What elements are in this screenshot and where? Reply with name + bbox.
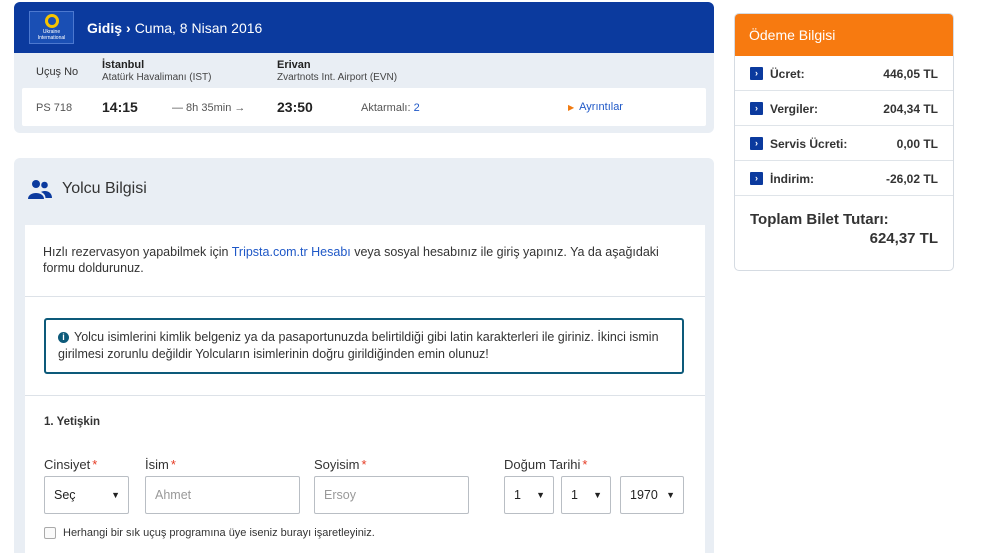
payment-line-taxes[interactable]: › Vergiler: 204,34 TL xyxy=(735,91,953,126)
caret-down-icon: ▼ xyxy=(536,490,545,500)
passenger-form-panel: Hızlı rezervasyon yapabilmek için Tripst… xyxy=(25,225,705,553)
stops-label: Aktarmalı: xyxy=(361,102,411,114)
chevron-right-icon: › xyxy=(750,172,763,185)
flight-card: Ukraine International Gidiş › Cuma, 8 Ni… xyxy=(14,2,714,133)
origin-city: İstanbul xyxy=(102,59,145,71)
payment-title: Ödeme Bilgisi xyxy=(749,27,836,43)
birth-month-value: 1 xyxy=(571,488,578,502)
info-icon: i xyxy=(58,332,69,343)
payment-line-name: Ücret: xyxy=(770,67,805,81)
origin: İstanbul Atatürk Havalimanı (IST) xyxy=(102,59,211,83)
flight-no-label: Uçuş No xyxy=(36,66,79,78)
adult-title: 1. Yetişkin xyxy=(44,416,101,428)
total-label: Toplam Bilet Tutarı: xyxy=(750,211,889,228)
chevron-right-icon: › xyxy=(750,137,763,150)
payment-line-value: 204,34 TL xyxy=(883,102,938,116)
required-mark: * xyxy=(582,457,588,472)
birth-month-select[interactable]: 1 ▼ xyxy=(561,476,611,514)
birth-year-select[interactable]: 1970 ▼ xyxy=(620,476,684,514)
birth-day-value: 1 xyxy=(514,488,521,502)
first-name-label-text: İsim xyxy=(145,457,169,472)
payment-line-value: 0,00 TL xyxy=(896,137,938,151)
payment-line-name: Vergiler: xyxy=(770,102,819,116)
payment-line-name: İndirim: xyxy=(770,172,814,186)
gender-label: Cinsiyet * xyxy=(44,457,97,472)
birth-day-select[interactable]: 1 ▼ xyxy=(504,476,554,514)
first-name-input[interactable]: Ahmet xyxy=(145,476,300,514)
caret-down-icon: ▼ xyxy=(666,490,675,500)
required-mark: * xyxy=(92,457,98,472)
stops-count: 2 xyxy=(413,102,420,114)
birth-date-label-text: Doğum Tarihi xyxy=(504,457,581,472)
payment-line-name: Servis Ücreti: xyxy=(770,137,848,151)
payment-line-fare[interactable]: › Ücret: 446,05 TL xyxy=(735,56,953,91)
passenger-section: Yolcu Bilgisi Hızlı rezervasyon yapabilm… xyxy=(14,158,714,553)
intro-text-pre: Hızlı rezervasyon yapabilmek için xyxy=(43,245,232,259)
required-mark: * xyxy=(170,457,176,472)
ffp-checkbox-label: Herhangi bir sık uçuş programına üye ise… xyxy=(63,527,375,539)
destination: Erivan Zvartnots Int. Airport (EVN) xyxy=(277,59,397,83)
first-name-placeholder: Ahmet xyxy=(155,488,192,502)
dest-city: Erivan xyxy=(277,59,311,71)
birth-date-label: Doğum Tarihi * xyxy=(504,457,587,472)
chevron-right-icon: › xyxy=(750,67,763,80)
payment-line-value: 446,05 TL xyxy=(883,67,938,81)
caret-down-icon: ▼ xyxy=(111,490,120,500)
gender-label-text: Cinsiyet xyxy=(44,457,91,472)
last-name-placeholder: Ersoy xyxy=(324,488,356,502)
payment-header: Ödeme Bilgisi xyxy=(735,14,953,56)
chevron-right-icon: › xyxy=(750,102,763,115)
details-link-label: Ayrıntılar xyxy=(579,101,623,113)
flight-date: Cuma, 8 Nisan 2016 xyxy=(134,19,263,36)
ffp-checkbox[interactable] xyxy=(44,527,56,539)
last-name-label: Soyisim * xyxy=(314,457,367,472)
passenger-section-title: Yolcu Bilgisi xyxy=(62,180,147,197)
info-note-text: Yolcu isimlerini kimlik belgeniz ya da p… xyxy=(58,330,659,361)
flight-duration: — 8h 35min → xyxy=(172,102,246,114)
airline-logo-icon xyxy=(44,14,59,28)
flight-header: Ukraine International Gidiş › Cuma, 8 Ni… xyxy=(14,2,714,53)
last-name-input[interactable]: Ersoy xyxy=(314,476,469,514)
chevron-right-icon: › xyxy=(126,19,131,36)
users-icon xyxy=(28,180,52,199)
payment-line-discount[interactable]: › İndirim: -26,02 TL xyxy=(735,161,953,196)
tripsta-account-link[interactable]: Tripsta.com.tr Hesabı xyxy=(232,245,351,259)
stops: Aktarmalı: 2 xyxy=(361,102,420,114)
payment-summary: Ödeme Bilgisi › Ücret: 446,05 TL › Vergi… xyxy=(734,13,954,271)
payment-total: Toplam Bilet Tutarı: 624,37 TL xyxy=(735,196,953,247)
payment-line-value: -26,02 TL xyxy=(885,172,938,186)
info-note: i Yolcu isimlerini kimlik belgeniz ya da … xyxy=(44,318,684,374)
adult-1-form: 1. Yetişkin Cinsiyet * Seç ▼ İsim * Ahmet … xyxy=(25,396,705,553)
login-intro: Hızlı rezervasyon yapabilmek için Tripst… xyxy=(25,225,705,297)
flight-code: PS 718 xyxy=(36,102,73,114)
passenger-section-header: Yolcu Bilgisi xyxy=(14,158,714,220)
flight-row: PS 718 14:15 — 8h 35min → 23:50 Aktarmal… xyxy=(22,88,706,126)
airline-logo: Ukraine International xyxy=(29,11,74,44)
required-mark: * xyxy=(361,457,367,472)
flight-route-header: Uçuş No İstanbul Atatürk Havalimanı (IST… xyxy=(14,53,714,88)
flight-title: Gidiş › Cuma, 8 Nisan 2016 xyxy=(87,20,262,36)
caret-down-icon: ▼ xyxy=(593,490,602,500)
info-note-wrap: i Yolcu isimlerini kimlik belgeniz ya da … xyxy=(25,297,705,396)
caret-right-icon: ▶ xyxy=(568,103,575,112)
first-name-label: İsim * xyxy=(145,457,176,472)
arrival-time: 23:50 xyxy=(277,99,313,115)
total-value: 624,37 TL xyxy=(869,230,938,247)
last-name-label-text: Soyisim xyxy=(314,457,360,472)
flight-direction: Gidiş xyxy=(87,19,123,36)
airline-logo-text: Ukraine International xyxy=(37,29,66,41)
origin-airport: Atatürk Havalimanı (IST) xyxy=(102,72,212,83)
birth-year-value: 1970 xyxy=(630,488,658,502)
payment-line-service-fee[interactable]: › Servis Ücreti: 0,00 TL xyxy=(735,126,953,161)
ffp-checkbox-row[interactable]: Herhangi bir sık uçuş programına üye ise… xyxy=(44,527,375,539)
dest-airport: Zvartnots Int. Airport (EVN) xyxy=(277,72,398,83)
gender-select-value: Seç xyxy=(54,488,76,502)
details-link[interactable]: ▶ Ayrıntılar xyxy=(568,101,623,113)
gender-select[interactable]: Seç ▼ xyxy=(44,476,129,514)
departure-time: 14:15 xyxy=(102,99,138,115)
